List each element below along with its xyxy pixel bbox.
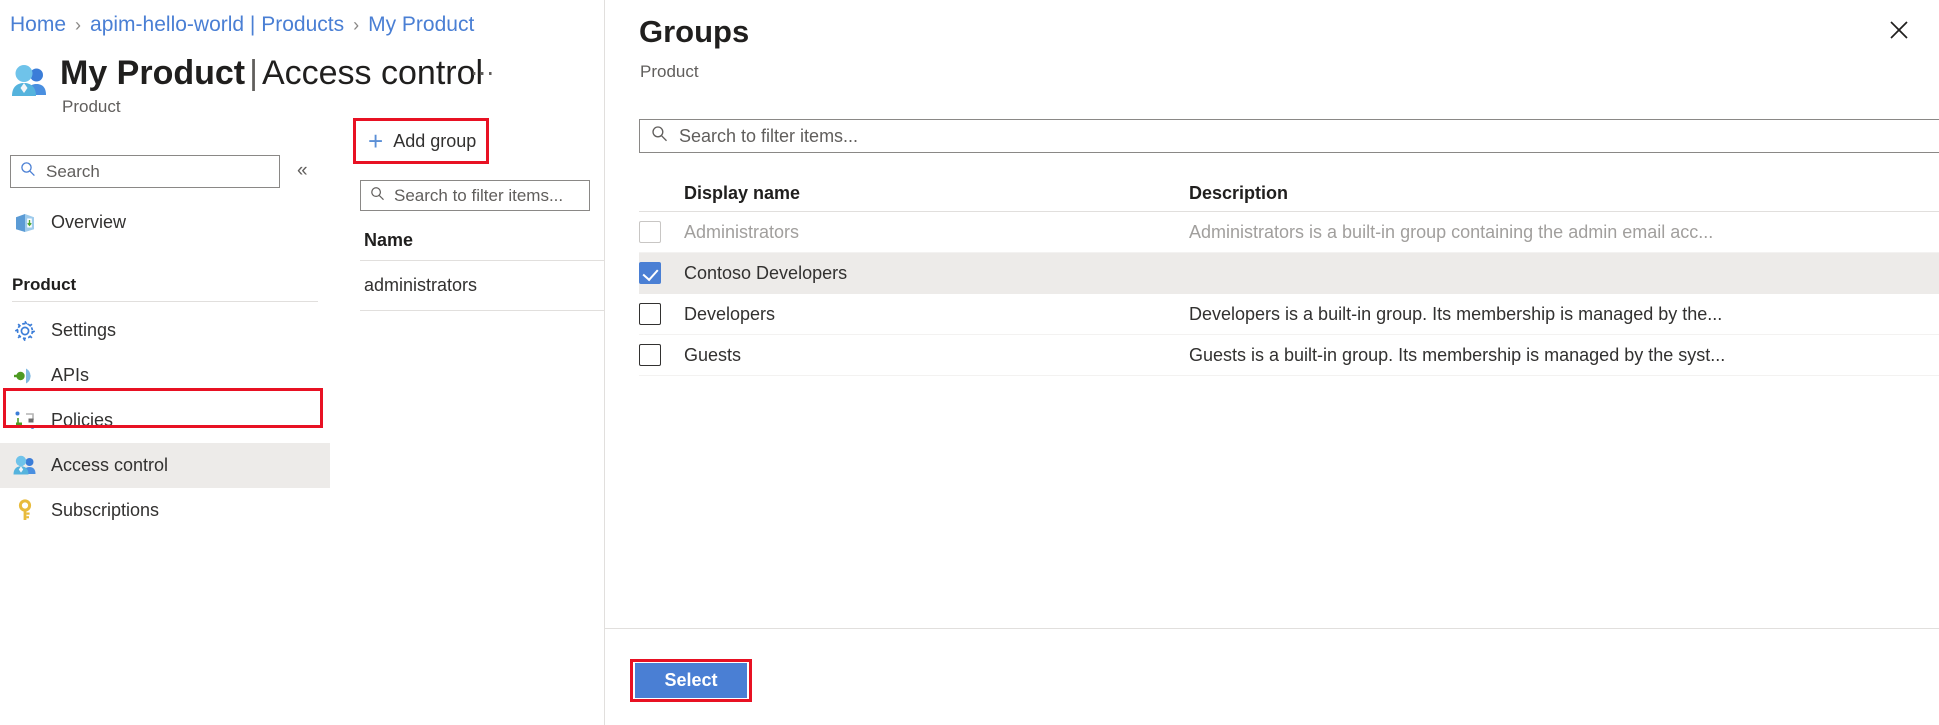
row-checkbox[interactable] <box>639 262 661 284</box>
sidebar-group-product: Product <box>0 275 330 295</box>
groups-table: Display name Description Administrators … <box>639 175 1939 376</box>
breadcrumb-item-home[interactable]: Home <box>10 13 66 37</box>
page-header: My Product|Access control Product <box>10 52 483 117</box>
row-checkbox-cell <box>639 221 684 243</box>
sidebar-divider <box>12 301 318 302</box>
page-title: My Product|Access control <box>60 52 483 95</box>
title-text-wrap: My Product|Access control Product <box>60 52 483 117</box>
flyout-search-box[interactable] <box>639 119 1939 153</box>
breadcrumb-item-my-product[interactable]: My Product <box>368 13 474 37</box>
sidebar-item-policies[interactable]: Policies <box>0 398 330 443</box>
cell-description: Administrators is a built-in group conta… <box>1189 222 1939 243</box>
sidebar-item-label: Policies <box>51 410 113 431</box>
plus-icon: + <box>368 128 383 154</box>
page-title-divider: | <box>249 54 258 92</box>
table-divider <box>360 310 620 311</box>
flyout-search-input[interactable] <box>677 125 1928 148</box>
sidebar-search-input[interactable] <box>44 161 270 183</box>
api-arrow-icon <box>12 363 38 389</box>
row-checkbox[interactable] <box>639 344 661 366</box>
breadcrumb-item-apim-products[interactable]: apim-hello-world | Products <box>90 13 344 37</box>
breadcrumb-separator-icon: › <box>75 15 81 36</box>
azure-portal-screen: Home › apim-hello-world | Products › My … <box>0 0 1939 725</box>
nav-spacer <box>0 245 330 259</box>
groups-flyout-panel: Groups Product Display name Description … <box>604 0 1939 725</box>
page-subtitle: Product <box>62 97 483 117</box>
cell-display-name: Contoso Developers <box>684 263 1189 284</box>
table-divider <box>360 260 620 261</box>
key-icon <box>12 498 38 524</box>
column-header-description: Description <box>1189 183 1939 204</box>
overview-cube-icon <box>12 210 38 236</box>
flyout-footer-divider <box>604 628 1939 629</box>
select-button[interactable]: Select <box>635 663 747 698</box>
cell-description: Developers is a built-in group. Its memb… <box>1189 304 1939 325</box>
sidebar-item-settings[interactable]: Settings <box>0 308 330 353</box>
collapse-sidebar-button[interactable]: « <box>297 160 308 182</box>
table-row[interactable]: Administrators Administrators is a built… <box>639 212 1939 253</box>
page-title-resource: My Product <box>60 54 245 92</box>
sidebar-item-access-control[interactable]: Access control <box>0 443 330 488</box>
groups-table-header: Display name Description <box>639 175 1939 212</box>
breadcrumb-separator-icon: › <box>353 15 359 36</box>
search-icon <box>20 161 36 182</box>
sidebar-item-label: Access control <box>51 455 168 476</box>
search-icon <box>370 186 385 206</box>
row-checkbox-cell <box>639 303 684 325</box>
sidebar-item-overview[interactable]: Overview <box>0 200 330 245</box>
gear-icon <box>12 318 38 344</box>
flyout-subtitle: Product <box>640 62 699 82</box>
cell-display-name: Administrators <box>684 222 1189 243</box>
cell-display-name: Developers <box>684 304 1189 325</box>
access-control-list-panel: + Add group Name administrators <box>344 120 604 725</box>
row-checkbox-cell <box>639 344 684 366</box>
table-row[interactable]: administrators <box>364 275 477 296</box>
sidebar-item-label: APIs <box>51 365 89 386</box>
sidebar-item-label: Subscriptions <box>51 500 159 521</box>
more-options-button[interactable]: ⋯ <box>470 62 495 86</box>
row-checkbox[interactable] <box>639 303 661 325</box>
flyout-title: Groups <box>639 14 749 50</box>
close-icon[interactable] <box>1886 17 1912 43</box>
groups-filter-search-input[interactable] <box>392 185 580 207</box>
column-header-display-name: Display name <box>684 183 1189 204</box>
table-row[interactable]: Contoso Developers <box>639 253 1939 294</box>
users-group-icon <box>12 453 38 479</box>
cell-display-name: Guests <box>684 345 1189 366</box>
sidebar-item-subscriptions[interactable]: Subscriptions <box>0 488 330 533</box>
add-group-button[interactable]: + Add group <box>360 120 484 162</box>
groups-filter-search-box[interactable] <box>360 180 590 211</box>
breadcrumb: Home › apim-hello-world | Products › My … <box>10 13 474 37</box>
search-icon <box>651 125 668 147</box>
sidebar-item-label: Settings <box>51 320 116 341</box>
sidebar-item-apis[interactable]: APIs <box>0 353 330 398</box>
sidebar-item-label: Overview <box>51 212 126 233</box>
page-title-section: Access control <box>262 54 483 92</box>
sidebar-search-box[interactable] <box>10 155 280 188</box>
table-row[interactable]: Guests Guests is a built-in group. Its m… <box>639 335 1939 376</box>
row-checkbox-cell <box>639 262 684 284</box>
cell-description: Guests is a built-in group. Its membersh… <box>1189 345 1939 366</box>
column-header-name: Name <box>364 230 413 251</box>
add-group-label: Add group <box>393 131 476 152</box>
policies-flow-icon <box>12 408 38 434</box>
users-group-icon <box>10 62 52 104</box>
sidebar-nav: Overview Product Settings <box>0 200 330 533</box>
row-checkbox <box>639 221 661 243</box>
table-row[interactable]: Developers Developers is a built-in grou… <box>639 294 1939 335</box>
